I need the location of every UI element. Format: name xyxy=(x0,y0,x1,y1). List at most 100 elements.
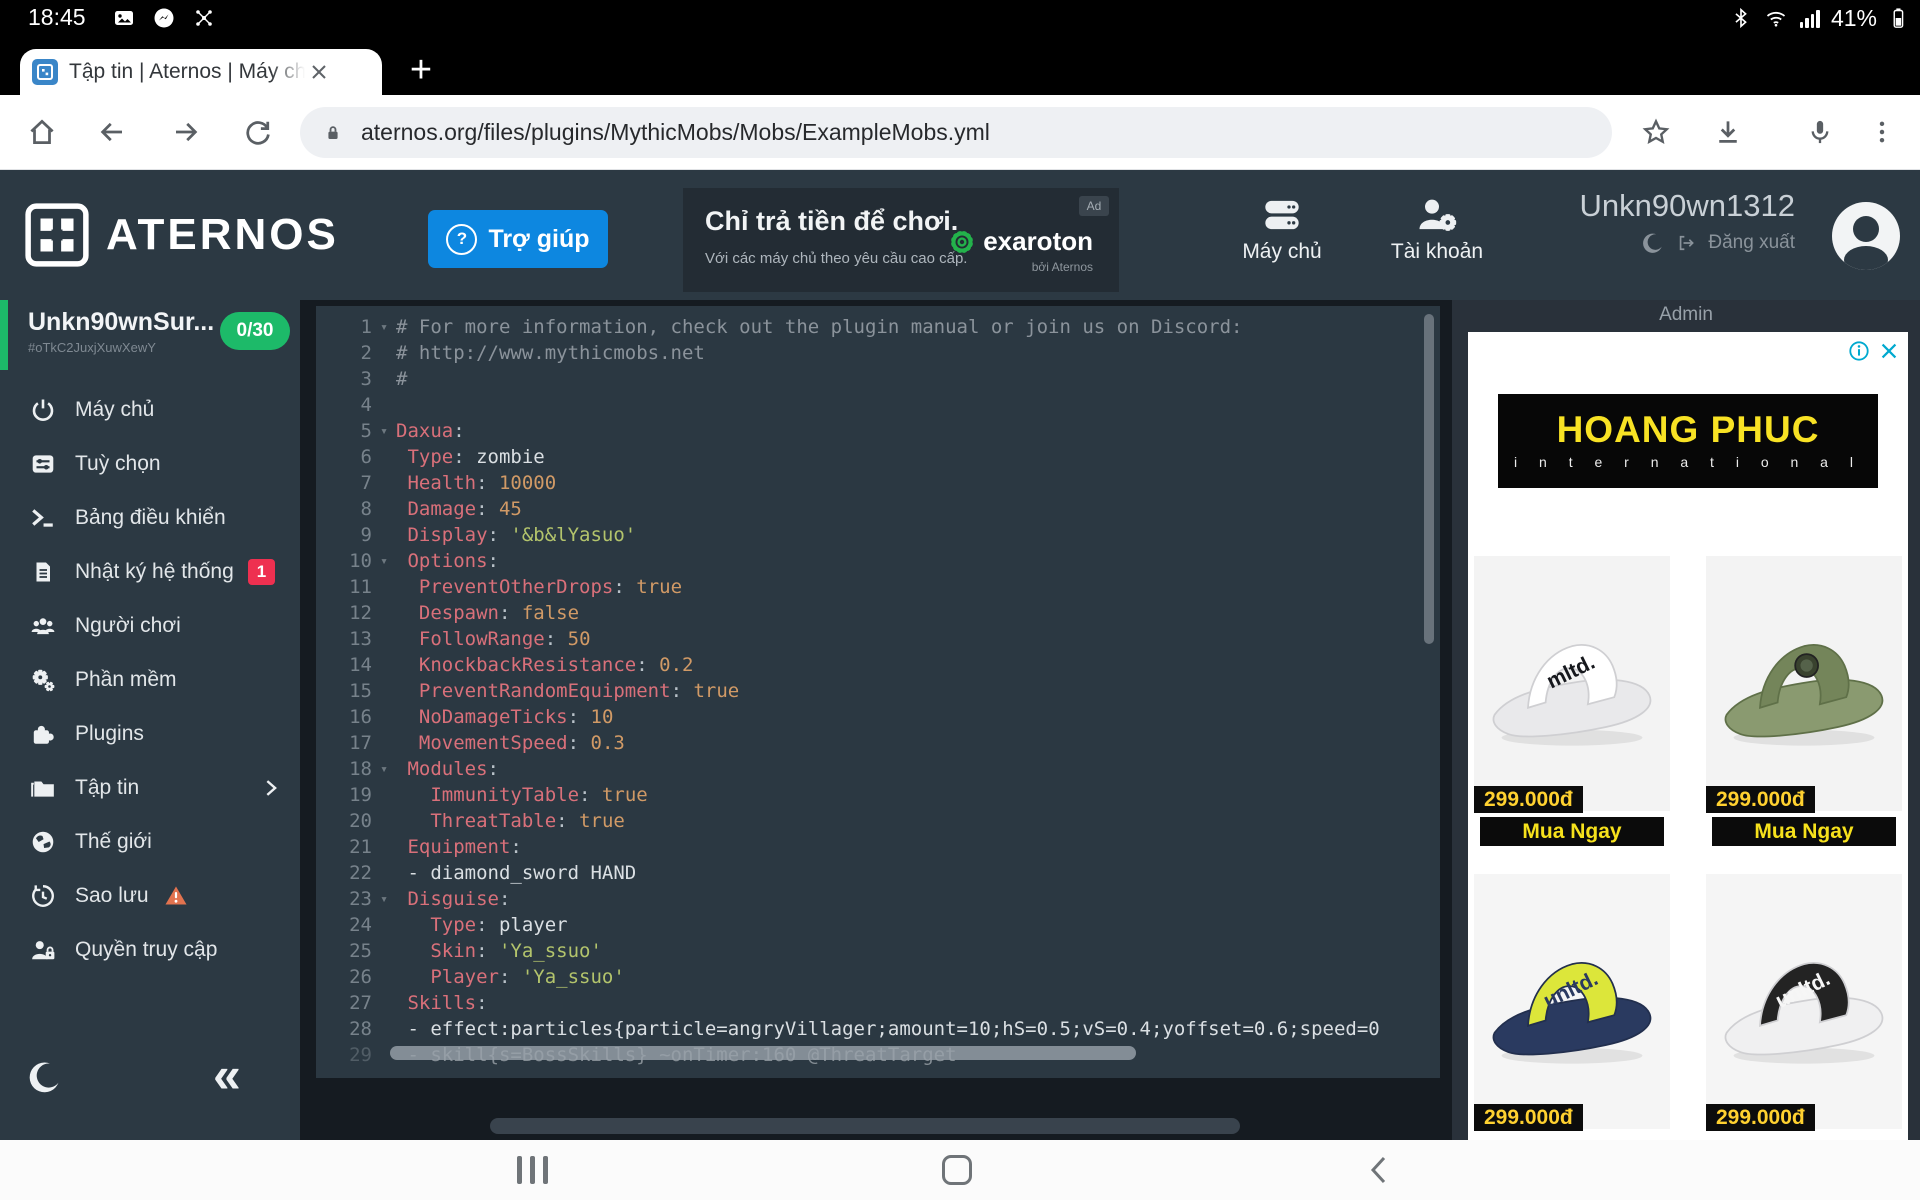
logout-icon[interactable] xyxy=(1676,233,1696,253)
sidebar-item-the-gioi[interactable]: Thế giới xyxy=(0,815,300,869)
code-line[interactable]: 10▾ Options: xyxy=(316,548,1440,574)
product-card[interactable]: 299.000đMua Ngay xyxy=(1706,556,1902,846)
new-tab-button[interactable]: + xyxy=(398,47,444,93)
page-horizontal-scrollbar[interactable] xyxy=(490,1118,1240,1134)
brand-wordmark[interactable]: ATERNOS xyxy=(106,210,339,260)
back-icon[interactable] xyxy=(90,110,134,154)
code-line[interactable]: 1▾# For more information, check out the … xyxy=(316,314,1440,340)
theme-moon-icon[interactable] xyxy=(28,1060,62,1094)
code-text: # http://www.mythicmobs.net xyxy=(396,342,705,364)
code-line[interactable]: 11 PreventOtherDrops: true xyxy=(316,574,1440,600)
fold-arrow-icon[interactable]: ▾ xyxy=(372,320,396,335)
code-line[interactable]: 20 ThreatTable: true xyxy=(316,808,1440,834)
recent-apps-icon[interactable] xyxy=(517,1156,548,1184)
ad-info-icon[interactable] xyxy=(1848,340,1870,362)
dark-mode-moon-icon[interactable] xyxy=(1642,232,1664,254)
code-line[interactable]: 27 Skills: xyxy=(316,990,1440,1016)
url-bar[interactable]: aternos.org/files/plugins/MythicMobs/Mob… xyxy=(300,107,1612,158)
header-ad-banner[interactable]: Chỉ trả tiền để chơi. Với các máy chủ th… xyxy=(683,188,1119,292)
avatar[interactable] xyxy=(1832,202,1900,270)
code-line[interactable]: 16 NoDamageTicks: 10 xyxy=(316,704,1440,730)
code-line[interactable]: 18▾ Modules: xyxy=(316,756,1440,782)
logout-label[interactable]: Đăng xuất xyxy=(1708,232,1795,254)
code-text: Damage: 45 xyxy=(396,498,522,520)
download-icon[interactable] xyxy=(1706,110,1750,154)
bluetooth-icon xyxy=(1730,6,1752,30)
code-line[interactable]: 5▾Daxua: xyxy=(316,418,1440,444)
browser-tab[interactable]: Tập tin | Aternos | Máy ch xyxy=(20,49,382,95)
sidebar-item-tap-tin[interactable]: Tập tin xyxy=(0,761,300,815)
code-line[interactable]: 25 Skin: 'Ya_ssuo' xyxy=(316,938,1440,964)
nav-servers[interactable]: Máy chủ xyxy=(1217,192,1347,264)
code-line[interactable]: 19 ImmunityTable: true xyxy=(316,782,1440,808)
bookmark-star-icon[interactable] xyxy=(1634,110,1678,154)
reload-icon[interactable] xyxy=(236,110,280,154)
code-text: Daxua: xyxy=(396,420,465,442)
messenger-notification-icon xyxy=(152,6,176,30)
code-line[interactable]: 2# http://www.mythicmobs.net xyxy=(316,340,1440,366)
hoang-phuc-banner[interactable]: HOANG PHUC i n t e r n a t i o n a l xyxy=(1498,394,1878,488)
code-line[interactable]: 24 Type: player xyxy=(316,912,1440,938)
sidebar-item-tuy-chon[interactable]: Tuỳ chọn xyxy=(0,437,300,491)
help-button[interactable]: ? Trợ giúp xyxy=(428,210,608,268)
code-line[interactable]: 6 Type: zombie xyxy=(316,444,1440,470)
aternos-logo[interactable] xyxy=(24,202,90,268)
code-line[interactable]: 23▾ Disguise: xyxy=(316,886,1440,912)
forward-icon[interactable] xyxy=(164,110,208,154)
code-line[interactable]: 14 KnockbackResistance: 0.2 xyxy=(316,652,1440,678)
sidebar-item-may-chu[interactable]: Máy chủ xyxy=(0,383,300,437)
tab-close-icon[interactable] xyxy=(309,62,329,82)
code-line[interactable]: 15 PreventRandomEquipment: true xyxy=(316,678,1440,704)
sidebar-item-nhat-ky-he-thong[interactable]: Nhật ký hệ thống1 xyxy=(0,545,300,599)
code-line[interactable]: 21 Equipment: xyxy=(316,834,1440,860)
code-line[interactable]: 9 Display: '&b&lYasuo' xyxy=(316,522,1440,548)
buy-now-button[interactable]: Mua Ngay xyxy=(1712,817,1896,846)
buy-now-button[interactable]: Mua Ngay xyxy=(1480,817,1664,846)
fold-arrow-icon[interactable]: ▾ xyxy=(372,424,396,439)
code-line[interactable]: 12 Despawn: false xyxy=(316,600,1440,626)
fold-arrow-icon[interactable]: ▾ xyxy=(372,762,396,777)
sidebar-item-bang-dieu-khien[interactable]: Bảng điều khiển xyxy=(0,491,300,545)
person-lock-icon xyxy=(28,937,58,963)
sidebar-item-sao-luu[interactable]: Sao lưu xyxy=(0,869,300,923)
line-number: 8 xyxy=(316,498,372,520)
ad-headline: Chỉ trả tiền để chơi. xyxy=(705,206,958,237)
product-card[interactable]: mltd.299.000đMua Ngay xyxy=(1474,556,1670,846)
code-line[interactable]: 22 - diamond_sword HAND xyxy=(316,860,1440,886)
ad-close-icon[interactable] xyxy=(1878,340,1900,362)
fold-arrow-icon[interactable]: ▾ xyxy=(372,892,396,907)
code-line[interactable]: 26 Player: 'Ya_ssuo' xyxy=(316,964,1440,990)
sidebar-item-phan-mem[interactable]: Phần mềm xyxy=(0,653,300,707)
page-body: Unkn90wnSur... #oTkC2JuxjXuwXewY 0/30 Má… xyxy=(0,300,1920,1140)
players-icon xyxy=(28,613,58,639)
android-home-icon[interactable] xyxy=(942,1155,972,1185)
yaml-editor[interactable]: 1▾# For more information, check out the … xyxy=(316,306,1440,1078)
sidebar-item-nguoi-choi[interactable]: Người chơi xyxy=(0,599,300,653)
product-card[interactable]: unltd.299.000đ xyxy=(1706,874,1902,1129)
code-line[interactable]: 17 MovementSpeed: 0.3 xyxy=(316,730,1440,756)
line-number: 12 xyxy=(316,602,372,624)
fold-arrow-icon[interactable]: ▾ xyxy=(372,554,396,569)
browser-menu-icon[interactable] xyxy=(1860,110,1904,154)
editor-horizontal-scrollbar[interactable] xyxy=(390,1046,1136,1060)
voice-search-mic-icon[interactable] xyxy=(1798,110,1842,154)
sidebar-item-plugins[interactable]: Plugins xyxy=(0,707,300,761)
nav-account[interactable]: Tài khoản xyxy=(1372,192,1502,264)
editor-vertical-scrollbar[interactable] xyxy=(1424,314,1434,644)
sidebar-collapse-icon[interactable]: « xyxy=(213,1046,241,1104)
product-card[interactable]: unltd.299.000đ xyxy=(1474,874,1670,1129)
ads-panel-label: Admin xyxy=(1452,304,1920,326)
server-switcher[interactable]: Unkn90wnSur... #oTkC2JuxjXuwXewY 0/30 xyxy=(0,300,300,370)
code-line[interactable]: 13 FollowRange: 50 xyxy=(316,626,1440,652)
line-number: 26 xyxy=(316,966,372,988)
code-line[interactable]: 3# xyxy=(316,366,1440,392)
line-number: 25 xyxy=(316,940,372,962)
android-back-icon[interactable] xyxy=(1368,1155,1390,1185)
sidebar-item-quyen-truy-cap[interactable]: Quyền truy cập xyxy=(0,923,300,977)
ad-iframe[interactable]: HOANG PHUC i n t e r n a t i o n a l mlt… xyxy=(1468,332,1908,1140)
home-icon[interactable] xyxy=(20,110,64,154)
code-line[interactable]: 28 - effect:particles{particle=angryVill… xyxy=(316,1016,1440,1042)
code-line[interactable]: 7 Health: 10000 xyxy=(316,470,1440,496)
code-line[interactable]: 8 Damage: 45 xyxy=(316,496,1440,522)
code-line[interactable]: 4 xyxy=(316,392,1440,418)
